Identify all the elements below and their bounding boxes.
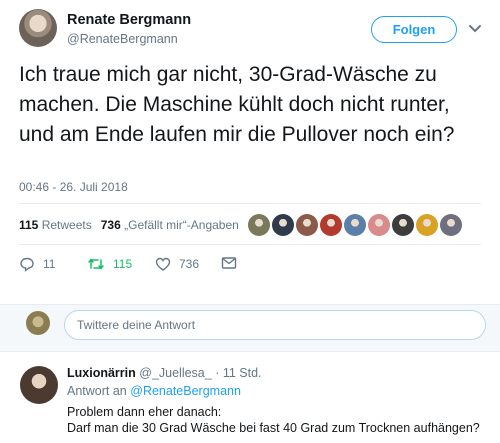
avatar-1[interactable] xyxy=(248,214,270,236)
like-action[interactable]: 736 xyxy=(155,256,199,272)
retweets-count: 115 xyxy=(19,218,39,232)
reply-time[interactable]: · 11 Std. xyxy=(215,366,261,380)
author-name[interactable]: Renate Bergmann xyxy=(67,12,191,28)
direct-message-action[interactable] xyxy=(221,256,237,270)
reply-author-name[interactable]: Luxionärrin xyxy=(67,366,136,380)
reply-text: Problem dann eher danach: Darf man die 3… xyxy=(67,404,487,436)
avatar-2[interactable] xyxy=(272,214,294,236)
chevron-down-icon[interactable] xyxy=(468,24,482,34)
tweet-actions: 11 115 736 xyxy=(19,256,319,276)
reply-icon xyxy=(20,257,34,272)
like-count: 736 xyxy=(179,257,200,271)
own-avatar xyxy=(26,311,50,335)
avatar-3[interactable] xyxy=(296,214,318,236)
likes-label: „Gefällt mir“-Angaben xyxy=(124,218,239,232)
reply-input[interactable]: Twittere deine Antwort xyxy=(64,310,486,340)
reply-author-avatar[interactable] xyxy=(20,366,58,404)
liker-avatars xyxy=(248,214,462,236)
tweet-timestamp[interactable]: 00:46 - 26. Juli 2018 xyxy=(19,180,128,194)
avatar-6[interactable] xyxy=(368,214,390,236)
avatar-9[interactable] xyxy=(440,214,462,236)
reply-count: 11 xyxy=(43,257,56,271)
reply-to-prefix: Antwort an xyxy=(67,384,127,398)
likes-count: 736 xyxy=(100,218,121,232)
author-avatar[interactable] xyxy=(19,9,57,47)
avatar-8[interactable] xyxy=(416,214,438,236)
avatar-7[interactable] xyxy=(392,214,414,236)
envelope-icon xyxy=(221,257,237,269)
avatar-4[interactable] xyxy=(320,214,342,236)
likes-stat[interactable]: 736 „Gefällt mir“-Angaben xyxy=(101,218,239,232)
retweet-count: 115 xyxy=(113,257,133,271)
heart-icon xyxy=(155,257,171,271)
reply-header: Luxionärrin @_Juellesa_ · 11 Std. xyxy=(67,366,262,380)
divider xyxy=(19,203,481,204)
reply-to: Antwort an @RenateBergmann xyxy=(67,384,241,398)
follow-button[interactable]: Folgen xyxy=(371,16,457,43)
author-handle[interactable]: @RenateBergmann xyxy=(67,32,178,46)
reply-text-line: Problem dann eher danach: xyxy=(67,405,222,419)
reply-action[interactable]: 11 xyxy=(19,256,55,272)
retweet-icon xyxy=(88,258,104,270)
reply-text-line: Darf man die 30 Grad Wäsche bei fast 40 … xyxy=(67,421,480,435)
retweet-action[interactable]: 115 xyxy=(87,256,132,272)
tweet-text: Ich traue mich gar nicht, 30-Grad-Wäsche… xyxy=(19,63,455,146)
divider xyxy=(19,244,481,245)
avatar-5[interactable] xyxy=(344,214,366,236)
tweet-stats: 115 Retweets 736 „Gefällt mir“-Angaben xyxy=(19,218,239,232)
retweets-label: Retweets xyxy=(41,218,92,232)
reply-to-handle-link[interactable]: @RenateBergmann xyxy=(130,384,241,398)
reply-author-handle[interactable]: @_Juellesa_ xyxy=(139,366,211,380)
retweets-stat[interactable]: 115 Retweets xyxy=(19,218,92,232)
